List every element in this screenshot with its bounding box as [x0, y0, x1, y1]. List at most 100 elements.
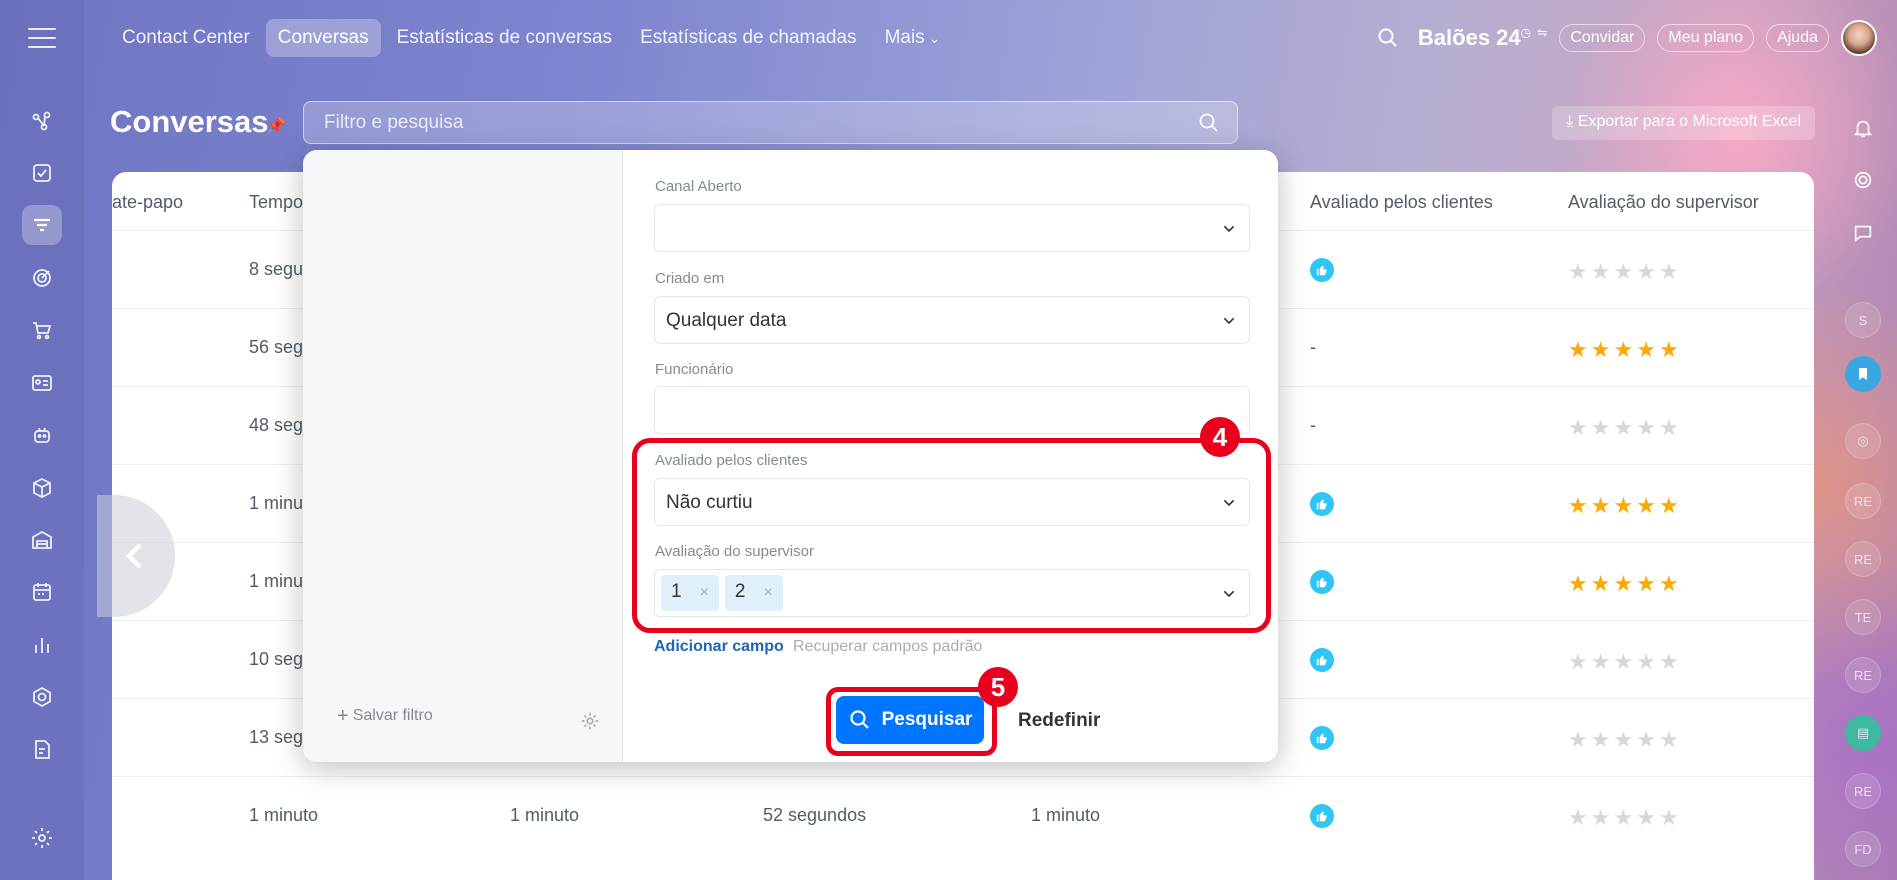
tasks-icon[interactable]: [22, 153, 62, 193]
star-icon[interactable]: ★: [1636, 649, 1659, 674]
search-icon[interactable]: [1376, 26, 1400, 50]
star-rating[interactable]: ★★★★★: [1568, 415, 1682, 441]
star-icon[interactable]: ★: [1613, 571, 1636, 596]
contact-card-icon[interactable]: [22, 363, 62, 403]
contact-avatar-s[interactable]: S: [1845, 302, 1881, 338]
criado-em-select[interactable]: Qualquer data: [654, 296, 1250, 344]
contact-avatar-re-2[interactable]: RE: [1845, 541, 1881, 577]
contact-avatar-re-1[interactable]: RE: [1845, 483, 1881, 519]
my-plan-button[interactable]: Meu plano: [1657, 24, 1755, 52]
reset-button[interactable]: Redefinir: [1018, 710, 1100, 732]
shop-cart-icon[interactable]: [22, 310, 62, 350]
star-icon[interactable]: ★: [1659, 415, 1682, 440]
target-icon[interactable]: [22, 258, 62, 298]
restore-default-fields-link[interactable]: Recuperar campos padrão: [793, 638, 982, 656]
star-icon[interactable]: ★: [1636, 415, 1659, 440]
settings-gear-icon[interactable]: [22, 818, 62, 858]
bell-icon[interactable]: [1845, 110, 1881, 146]
funcionario-input[interactable]: [654, 386, 1250, 434]
star-icon[interactable]: ★: [1591, 649, 1614, 674]
menu-icon[interactable]: [28, 28, 56, 48]
star-rating[interactable]: ★★★★★: [1568, 337, 1682, 363]
star-icon[interactable]: ★: [1568, 337, 1591, 362]
star-icon[interactable]: ★: [1636, 571, 1659, 596]
star-rating[interactable]: ★★★★★: [1568, 649, 1682, 675]
calendar-icon[interactable]: [22, 572, 62, 612]
star-icon[interactable]: ★: [1659, 805, 1682, 830]
star-icon[interactable]: ★: [1636, 727, 1659, 752]
hexagon-icon[interactable]: [22, 677, 62, 717]
copilot-icon[interactable]: [1845, 162, 1881, 198]
tab-mais[interactable]: Mais: [873, 19, 953, 57]
avatar[interactable]: [1841, 20, 1877, 56]
add-field-link[interactable]: Adicionar campo: [654, 638, 784, 656]
star-icon[interactable]: ★: [1568, 805, 1591, 830]
export-excel-button[interactable]: ⤓ Exportar para o Microsoft Excel: [1552, 106, 1815, 140]
contact-avatar-fd[interactable]: FD: [1845, 831, 1881, 867]
star-icon[interactable]: ★: [1591, 493, 1614, 518]
star-rating[interactable]: ★★★★★: [1568, 571, 1682, 597]
save-filter-button[interactable]: + Salvar filtro: [337, 705, 433, 728]
crm-icon[interactable]: [22, 101, 62, 141]
star-rating[interactable]: ★★★★★: [1568, 493, 1682, 519]
filter-settings-gear-icon[interactable]: [579, 710, 601, 732]
star-icon[interactable]: ★: [1636, 493, 1659, 518]
star-icon[interactable]: ★: [1613, 259, 1636, 284]
pin-icon[interactable]: 📌: [266, 116, 286, 136]
openline-icon[interactable]: ◎: [1845, 423, 1881, 459]
star-icon[interactable]: ★: [1568, 727, 1591, 752]
robot-icon[interactable]: [22, 415, 62, 455]
brand-logo[interactable]: Balões 24◷ ⇋: [1418, 25, 1547, 51]
star-rating[interactable]: ★★★★★: [1568, 259, 1682, 285]
star-icon[interactable]: ★: [1568, 649, 1591, 674]
star-icon[interactable]: ★: [1659, 337, 1682, 362]
group-chat-icon[interactable]: ▤: [1845, 715, 1881, 751]
tab-estatisticas-conversas[interactable]: Estatísticas de conversas: [385, 19, 624, 57]
star-icon[interactable]: ★: [1591, 259, 1614, 284]
star-rating[interactable]: ★★★★★: [1568, 805, 1682, 831]
document-edit-icon[interactable]: [22, 730, 62, 770]
star-icon[interactable]: ★: [1568, 259, 1591, 284]
star-icon[interactable]: ★: [1613, 415, 1636, 440]
contact-center-icon[interactable]: [22, 205, 62, 245]
star-icon[interactable]: ★: [1568, 415, 1591, 440]
star-icon[interactable]: ★: [1613, 727, 1636, 752]
star-icon[interactable]: ★: [1568, 493, 1591, 518]
star-icon[interactable]: ★: [1613, 649, 1636, 674]
star-rating[interactable]: ★★★★★: [1568, 727, 1682, 753]
star-icon[interactable]: ★: [1591, 805, 1614, 830]
star-icon[interactable]: ★: [1636, 805, 1659, 830]
star-icon[interactable]: ★: [1659, 571, 1682, 596]
tab-conversas[interactable]: Conversas: [265, 19, 381, 57]
contact-avatar-te[interactable]: TE: [1845, 599, 1881, 635]
contact-avatar-re-3[interactable]: RE: [1845, 657, 1881, 693]
analytics-icon[interactable]: [22, 625, 62, 665]
chat-icon[interactable]: [1845, 215, 1881, 251]
star-icon[interactable]: ★: [1591, 337, 1614, 362]
search-icon[interactable]: [1197, 111, 1221, 135]
star-icon[interactable]: ★: [1591, 727, 1614, 752]
tab-contact-center[interactable]: Contact Center: [110, 19, 262, 57]
star-icon[interactable]: ★: [1568, 571, 1591, 596]
box-icon[interactable]: [22, 468, 62, 508]
table-row[interactable]: 1 minuto 1 minuto 52 segundos 1 minuto ★★★★★: [112, 776, 1814, 854]
warehouse-icon[interactable]: [22, 520, 62, 560]
star-icon[interactable]: ★: [1613, 493, 1636, 518]
star-icon[interactable]: ★: [1636, 259, 1659, 284]
star-icon[interactable]: ★: [1659, 727, 1682, 752]
tab-estatisticas-chamadas[interactable]: Estatísticas de chamadas: [628, 19, 869, 57]
contact-avatar-re-4[interactable]: RE: [1845, 773, 1881, 809]
star-icon[interactable]: ★: [1659, 493, 1682, 518]
star-icon[interactable]: ★: [1659, 259, 1682, 284]
help-button[interactable]: Ajuda: [1766, 24, 1829, 52]
star-icon[interactable]: ★: [1613, 337, 1636, 362]
star-icon[interactable]: ★: [1636, 337, 1659, 362]
star-icon[interactable]: ★: [1591, 415, 1614, 440]
canal-aberto-select[interactable]: [654, 204, 1250, 252]
filter-search-input[interactable]: Filtro e pesquisa: [303, 101, 1238, 144]
bookmark-icon[interactable]: [1845, 356, 1881, 392]
star-icon[interactable]: ★: [1591, 571, 1614, 596]
invite-button[interactable]: Convidar: [1559, 24, 1646, 52]
star-icon[interactable]: ★: [1613, 805, 1636, 830]
star-icon[interactable]: ★: [1659, 649, 1682, 674]
